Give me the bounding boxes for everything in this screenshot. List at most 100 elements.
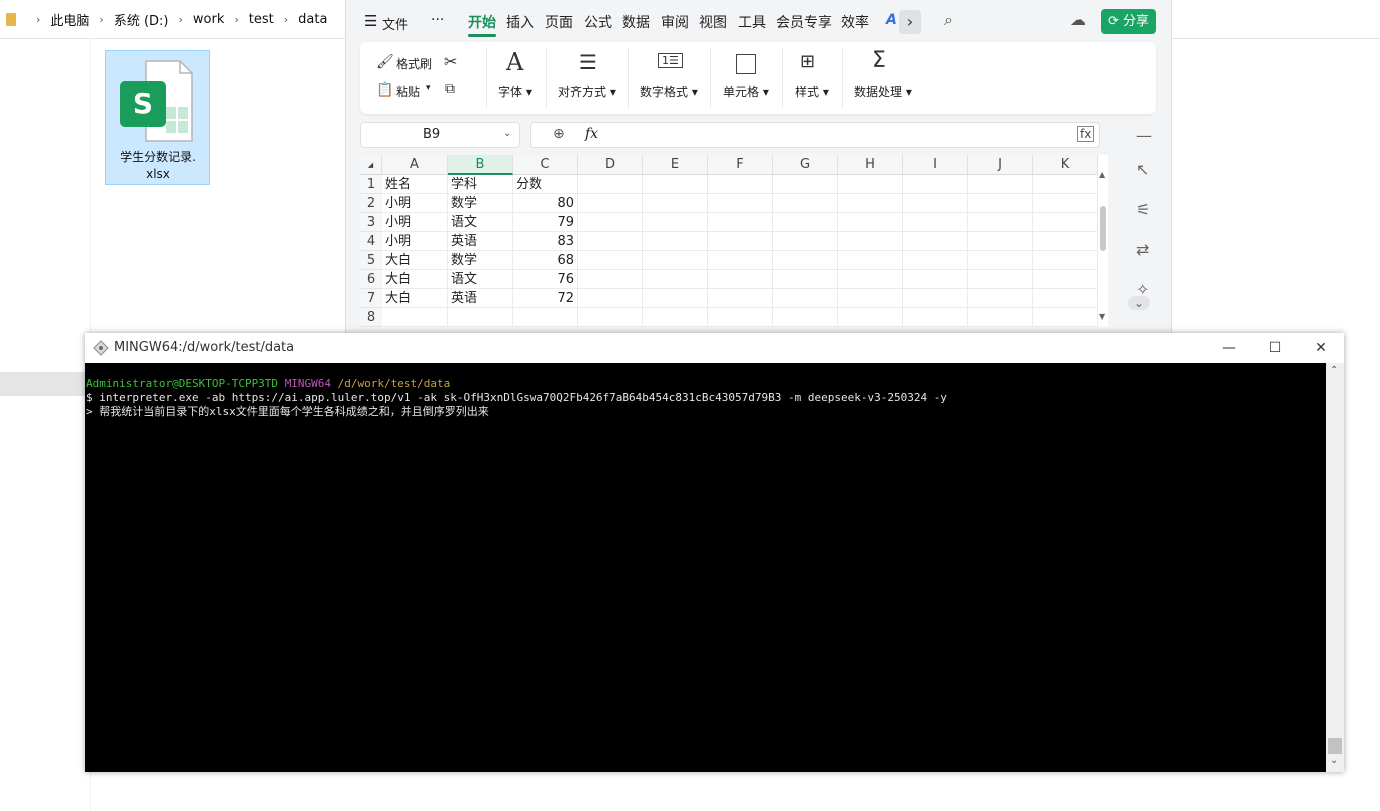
row-header[interactable]: 2 <box>360 194 382 213</box>
tab-efficiency[interactable]: 效率 <box>841 12 869 32</box>
paste-button[interactable]: 粘贴 <box>396 83 420 100</box>
table-cell[interactable] <box>643 213 708 232</box>
table-cell[interactable]: 姓名 <box>382 175 448 194</box>
table-cell[interactable]: 学科 <box>448 175 513 194</box>
insert-function-icon[interactable]: fx <box>1077 126 1095 142</box>
maximize-button[interactable]: ☐ <box>1252 333 1298 363</box>
table-cell[interactable] <box>708 232 773 251</box>
breadcrumb-item-drive[interactable]: 系统 (D:) <box>114 10 169 29</box>
column-header[interactable]: B <box>448 155 513 175</box>
column-header[interactable]: H <box>838 155 903 175</box>
column-header[interactable]: K <box>1033 155 1098 175</box>
table-cell[interactable] <box>578 175 643 194</box>
table-cell[interactable] <box>903 289 968 308</box>
select-pointer-icon[interactable]: ↖ <box>1136 160 1149 179</box>
table-cell[interactable] <box>708 289 773 308</box>
row-header[interactable]: 4 <box>360 232 382 251</box>
copy-icon[interactable]: ⧉ <box>445 81 455 97</box>
tab-formula[interactable]: 公式 <box>584 12 612 32</box>
table-cell[interactable] <box>578 251 643 270</box>
table-cell[interactable] <box>513 308 578 327</box>
scroll-thumb[interactable] <box>1328 738 1342 754</box>
column-header[interactable]: C <box>513 155 578 175</box>
table-cell[interactable] <box>708 270 773 289</box>
terminal-input-line[interactable]: > 帮我统计当前目录下的xlsx文件里面每个学生各科成绩之和，并且倒序罗列出来 <box>86 405 489 419</box>
share-button[interactable]: ⟳ 分享 <box>1101 9 1156 34</box>
table-cell[interactable] <box>968 232 1033 251</box>
table-cell[interactable] <box>578 270 643 289</box>
table-cell[interactable]: 大白 <box>382 289 448 308</box>
column-header[interactable]: D <box>578 155 643 175</box>
chevron-down-icon[interactable]: ⌄ <box>1128 296 1151 310</box>
close-button[interactable]: ✕ <box>1298 333 1344 363</box>
row-header[interactable]: 7 <box>360 289 382 308</box>
fx-icon[interactable]: fx <box>585 126 598 142</box>
menu-hamburger-icon[interactable]: ☰ <box>364 12 377 30</box>
table-cell[interactable] <box>643 289 708 308</box>
terminal-scrollbar[interactable]: ⌃ ⌄ <box>1326 363 1344 772</box>
chevron-down-icon[interactable]: ⌄ <box>503 128 511 139</box>
table-cell[interactable] <box>838 175 903 194</box>
file-item-xlsx[interactable]: S 学生分数记录. xlsx <box>105 50 210 185</box>
table-cell[interactable] <box>578 308 643 327</box>
font-button[interactable]: 字体 ▾ <box>498 83 532 100</box>
ai-icon[interactable]: A <box>886 12 897 28</box>
row-header[interactable]: 6 <box>360 270 382 289</box>
table-cell[interactable] <box>773 175 838 194</box>
tab-data[interactable]: 数据 <box>622 12 650 32</box>
table-cell[interactable] <box>903 308 968 327</box>
name-box[interactable]: B9 ⌄ <box>360 122 520 148</box>
minimize-panel-icon[interactable]: — <box>1136 126 1152 145</box>
table-cell[interactable]: 语文 <box>448 270 513 289</box>
table-cell[interactable] <box>968 289 1033 308</box>
table-cell[interactable]: 英语 <box>448 289 513 308</box>
data-process-button[interactable]: 数据处理 ▾ <box>854 83 912 100</box>
cell-button[interactable]: 单元格 ▾ <box>723 83 769 100</box>
table-cell[interactable]: 大白 <box>382 270 448 289</box>
table-cell[interactable] <box>708 175 773 194</box>
table-cell[interactable] <box>773 289 838 308</box>
table-cell[interactable] <box>1033 289 1098 308</box>
zoom-icon[interactable]: ⊕ <box>553 126 565 142</box>
table-cell[interactable] <box>968 194 1033 213</box>
menu-file[interactable]: 文件 <box>382 14 408 33</box>
table-cell[interactable] <box>643 270 708 289</box>
terminal-output[interactable]: Administrator@DESKTOP-TCPP3TD MINGW64 /d… <box>85 363 1326 772</box>
table-cell[interactable] <box>838 232 903 251</box>
table-cell[interactable] <box>578 213 643 232</box>
breadcrumb-item-test[interactable]: test <box>249 12 274 27</box>
chevron-down-icon[interactable]: ▾ <box>426 83 431 93</box>
table-cell[interactable] <box>773 270 838 289</box>
tab-insert[interactable]: 插入 <box>506 12 534 32</box>
table-cell[interactable] <box>838 213 903 232</box>
align-button[interactable]: 对齐方式 ▾ <box>558 83 616 100</box>
table-cell[interactable] <box>578 289 643 308</box>
tab-start[interactable]: 开始 <box>468 12 496 32</box>
cloud-upload-icon[interactable]: ☁ <box>1070 10 1086 29</box>
table-cell[interactable]: 英语 <box>448 232 513 251</box>
column-header[interactable]: I <box>903 155 968 175</box>
table-cell[interactable] <box>903 175 968 194</box>
table-cell[interactable] <box>903 194 968 213</box>
tab-review[interactable]: 审阅 <box>661 12 689 32</box>
column-header[interactable]: J <box>968 155 1033 175</box>
scroll-down-icon[interactable]: ▼ <box>1099 312 1105 321</box>
table-cell[interactable]: 语文 <box>448 213 513 232</box>
table-cell[interactable]: 数学 <box>448 194 513 213</box>
table-cell[interactable]: 小明 <box>382 194 448 213</box>
column-header[interactable]: A <box>382 155 448 175</box>
table-cell[interactable] <box>1033 251 1098 270</box>
formula-input[interactable]: ⊕ fx fx <box>530 122 1100 148</box>
table-cell[interactable] <box>968 270 1033 289</box>
table-cell[interactable]: 76 <box>513 270 578 289</box>
number-format-button[interactable]: 数字格式 ▾ <box>640 83 698 100</box>
table-cell[interactable] <box>643 194 708 213</box>
table-cell[interactable] <box>773 213 838 232</box>
table-cell[interactable] <box>968 175 1033 194</box>
vertical-scrollbar[interactable]: ▲ ▼ <box>1096 170 1110 322</box>
table-cell[interactable] <box>1033 232 1098 251</box>
table-cell[interactable]: 小明 <box>382 232 448 251</box>
table-cell[interactable] <box>708 251 773 270</box>
table-cell[interactable] <box>903 270 968 289</box>
style-button[interactable]: 样式 ▾ <box>795 83 829 100</box>
